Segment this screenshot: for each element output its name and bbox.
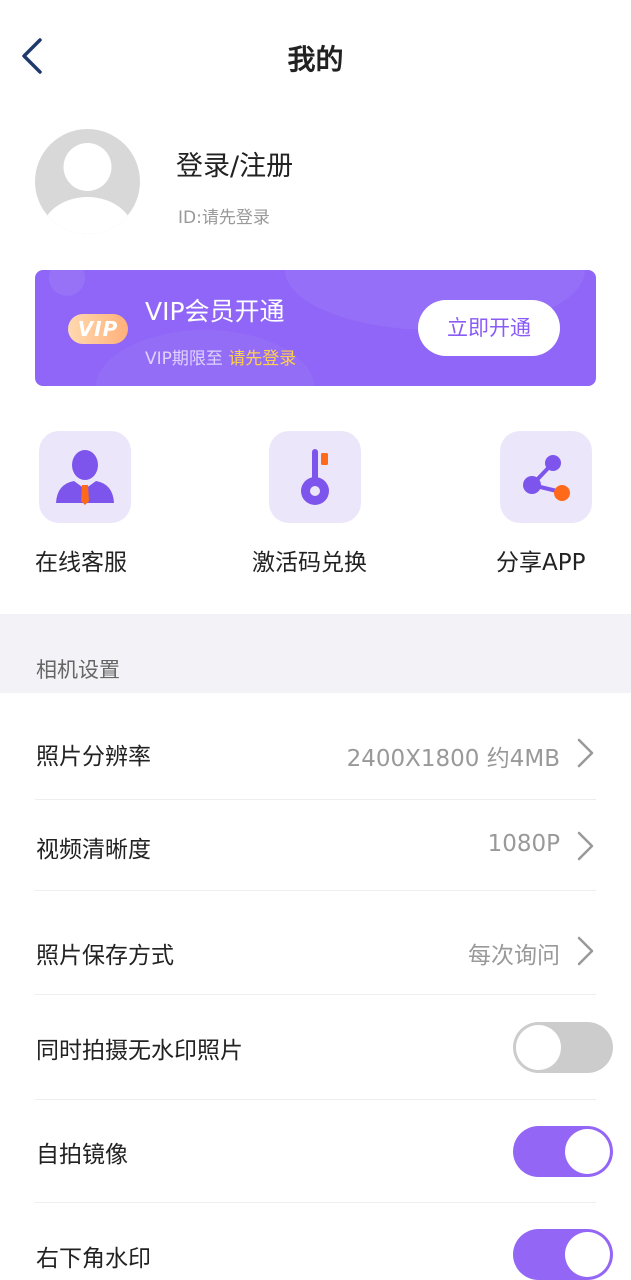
vip-card: VIP VIP会员开通 VIP期限至 请先登录 立即开通	[35, 270, 596, 386]
vip-title: VIP会员开通	[145, 297, 285, 326]
key-icon	[301, 449, 329, 505]
setting-no-watermark-photo: 同时拍摄无水印照片	[35, 995, 596, 1100]
chevron-right-icon	[577, 738, 594, 768]
vip-decoration	[49, 270, 85, 296]
share-icon-box	[500, 431, 592, 523]
user-id-text: ID:请先登录	[178, 208, 270, 228]
customer-service-icon	[56, 450, 114, 505]
vip-expiry: VIP期限至 请先登录	[145, 344, 296, 369]
vip-badge-icon: VIP	[68, 314, 128, 344]
corner-watermark-toggle[interactable]	[513, 1229, 613, 1280]
setting-value: 每次询问	[468, 943, 560, 969]
selfie-mirror-toggle[interactable]	[513, 1126, 613, 1177]
setting-corner-watermark: 右下角水印	[35, 1203, 596, 1280]
setting-label: 照片分辨率	[36, 744, 151, 770]
section-title: 相机设置	[36, 658, 120, 682]
setting-photo-resolution[interactable]: 照片分辨率 2400X1800 约4MB	[35, 693, 596, 800]
user-avatar-icon	[41, 143, 134, 234]
quick-action-label: 在线客服	[35, 550, 127, 576]
setting-label: 右下角水印	[36, 1246, 151, 1272]
quick-action-customer-service[interactable]: 在线客服	[0, 431, 131, 581]
toggle-knob	[516, 1025, 561, 1070]
setting-selfie-mirror: 自拍镜像	[35, 1100, 596, 1203]
activate-vip-button[interactable]: 立即开通	[418, 300, 560, 356]
no-watermark-toggle[interactable]	[513, 1022, 613, 1073]
key-icon-box	[269, 431, 361, 523]
toggle-knob	[565, 1232, 610, 1277]
section-header: 相机设置	[0, 614, 631, 693]
toggle-knob	[565, 1129, 610, 1174]
customer-service-icon-box	[39, 431, 131, 523]
quick-action-label: 激活码兑换	[252, 550, 367, 576]
setting-value: 2400X1800 约4MB	[346, 746, 560, 772]
avatar[interactable]	[35, 129, 140, 234]
chevron-right-icon	[577, 936, 594, 966]
vip-expiry-value: 请先登录	[228, 349, 297, 369]
setting-video-quality[interactable]: 视频清晰度 1080P	[35, 800, 596, 891]
setting-label: 视频清晰度	[36, 837, 151, 863]
setting-label: 照片保存方式	[36, 943, 174, 969]
page-title: 我的	[287, 43, 344, 76]
quick-action-label: 分享APP	[496, 550, 586, 576]
chevron-right-icon	[577, 831, 594, 861]
quick-action-share-app[interactable]: 分享APP	[460, 431, 592, 581]
setting-value: 1080P	[487, 831, 560, 857]
setting-label: 自拍镜像	[36, 1142, 128, 1168]
setting-photo-save-mode[interactable]: 照片保存方式 每次询问	[35, 891, 596, 995]
quick-action-activation-code[interactable]: 激活码兑换	[230, 431, 367, 581]
login-register-link[interactable]: 登录/注册	[176, 144, 293, 183]
vip-expiry-prefix: VIP期限至	[145, 349, 229, 369]
setting-label: 同时拍摄无水印照片	[36, 1038, 243, 1064]
share-icon	[523, 455, 570, 501]
profile-section[interactable]: 登录/注册 ID:请先登录	[0, 112, 631, 252]
header-bar: 我的	[0, 0, 631, 112]
